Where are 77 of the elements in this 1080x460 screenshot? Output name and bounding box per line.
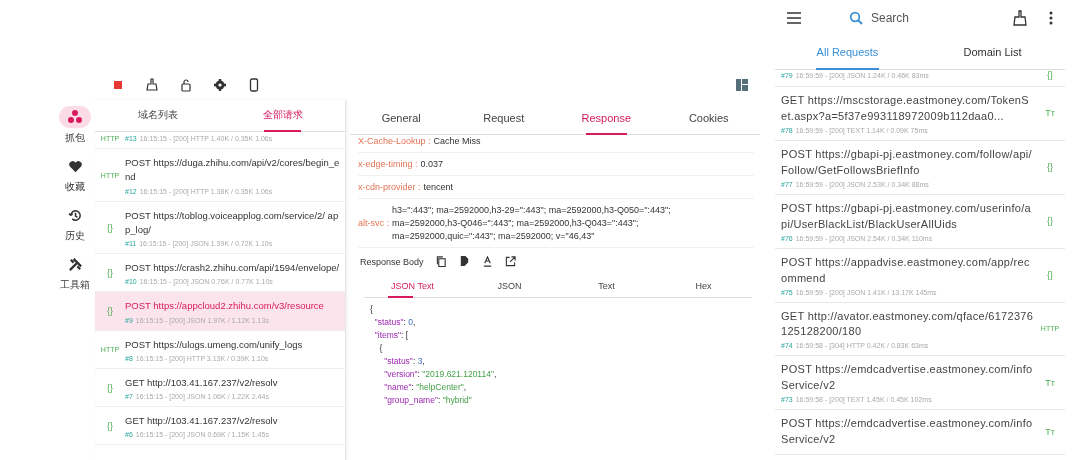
tab[interactable]: Hex — [655, 275, 752, 297]
tab[interactable]: Text — [558, 275, 655, 297]
request-url: POST https://gbapi-pj.eastmoney.com/userinfo/api/UserBlackList/BlackUserAllUids — [781, 200, 1032, 232]
code-line: "group_name": "hybrid" — [383, 395, 473, 405]
open-external-icon[interactable] — [504, 256, 516, 267]
tab[interactable]: Response — [555, 100, 658, 134]
broom-icon[interactable] — [1013, 10, 1027, 26]
tools-icon — [67, 256, 83, 272]
more-icon[interactable] — [1049, 11, 1053, 25]
request-url: POST https://gbapi-pj.eastmoney.com/follow/api/Follow/GetFollowsBriefInfo — [781, 146, 1033, 178]
request-url: POST https://emdcadvertise.eastmoney.com/infoService/v2 — [781, 362, 1034, 394]
request-url: POST https://duga.zhihu.com/api/v2/cores/begin_end — [125, 156, 341, 185]
type-label: {} — [106, 268, 114, 279]
code-line: { — [370, 304, 374, 314]
request-url: GET https://mscstorage.eastmoney.com/TokenSet.aspx?a=5f37e993118972009b112daa0... — [781, 93, 1030, 124]
tab[interactable]: JSON — [461, 275, 558, 297]
dots-icon — [67, 109, 83, 125]
header-value: ma=2592000,quic=":443"; ma=2592000; v="46,43" — [392, 231, 596, 241]
type-label: Tт — [1044, 377, 1056, 388]
history-icon — [67, 207, 83, 223]
type-label: {} — [106, 306, 114, 317]
header-name: x-cdn-provider : — [358, 182, 421, 192]
type-label: {} — [1046, 270, 1054, 281]
request-url: POST https://crash2.zhihu.com/api/1594/envelope/ — [125, 261, 340, 275]
tab[interactable]: All Requests — [775, 36, 920, 69]
heart-icon — [67, 158, 83, 174]
text-format-icon[interactable] — [481, 256, 493, 267]
request-url: GET http://avator.eastmoney.com/qface/6172376125128200/180 — [781, 308, 1035, 340]
header-value: ma=2592000,h3-Q046=":443"; ma=2592000,h3-Q043=":443"; — [392, 218, 640, 228]
code-line: { — [378, 343, 384, 353]
code-line: "status": 3, — [383, 356, 426, 366]
copy-icon[interactable] — [435, 256, 447, 267]
type-label: {} — [106, 222, 114, 233]
type-label: {} — [1046, 70, 1054, 80]
code-line: "items": [ — [373, 330, 410, 340]
request-url: GET http://103.41.167.237/v2/resolv — [125, 414, 278, 428]
type-label: Tт — [1044, 427, 1056, 438]
request-url: GET http://103.41.167.237/v2/resolv — [125, 375, 278, 390]
header-value: 0.037 — [420, 159, 444, 169]
menu-icon[interactable] — [787, 12, 801, 24]
type-label: {} — [106, 421, 114, 432]
header-value: tencent — [423, 182, 454, 192]
record-icon[interactable] — [111, 78, 125, 92]
code-line: "status": 0, — [373, 317, 417, 327]
nav-item[interactable]: 收藏 — [59, 155, 91, 194]
header-name: X-Cache-Lookup : — [358, 136, 431, 146]
tab[interactable]: JSON Text — [364, 275, 461, 297]
section-title: Response Body — [360, 256, 424, 267]
type-label: {} — [106, 382, 114, 393]
tab[interactable]: Cookies — [657, 100, 760, 134]
request-url: POST https://appadvise.eastmoney.com/app/recommend — [781, 254, 1031, 286]
header-name: alt-svc : — [358, 218, 389, 228]
tab[interactable]: 域名列表 — [95, 100, 220, 131]
tab[interactable]: Request — [452, 100, 555, 134]
tab[interactable]: 全部请求 — [220, 100, 345, 131]
nav-item[interactable]: 工具箱 — [59, 253, 91, 292]
type-label: Tт — [1044, 108, 1056, 119]
nav-item[interactable]: 历史 — [59, 204, 91, 243]
code-line: "version": "2019.621.120114", — [383, 369, 498, 379]
code-line: "name": "helpCenter", — [383, 382, 468, 392]
request-url: POST https://ulogs.umeng.com/unify_logs — [125, 337, 303, 352]
lock-icon[interactable] — [179, 78, 193, 92]
type-label: {} — [1046, 216, 1054, 227]
request-url: POST https://appcloud2.zhihu.com/v3/resource — [125, 299, 324, 314]
tab[interactable]: Domain List — [920, 36, 1065, 69]
tab[interactable]: General — [350, 100, 453, 134]
request-url: POST https://emdcadvertise.eastmoney.com/infoService/v2 — [781, 416, 1034, 448]
request-url: POST https://toblog.voiceapplog.com/service/2/ app_log/ — [125, 208, 340, 237]
header-value: Cache Miss — [433, 136, 481, 146]
layout-icon[interactable] — [736, 79, 748, 91]
broom-icon[interactable] — [145, 78, 159, 92]
phone-icon[interactable] — [247, 78, 261, 92]
search-icon — [849, 11, 863, 25]
header-name: x-edge-timing : — [358, 159, 418, 169]
type-label: {} — [1046, 162, 1054, 173]
header-value: h3=":443"; ma=2592000,h3-29=":443"; ma=2592000,h3-Q050=":443"; — [392, 205, 671, 215]
request-row[interactable]: POST https://emdcadvertise.eastmoney.com/infoService/v2 Tт — [775, 410, 1065, 456]
